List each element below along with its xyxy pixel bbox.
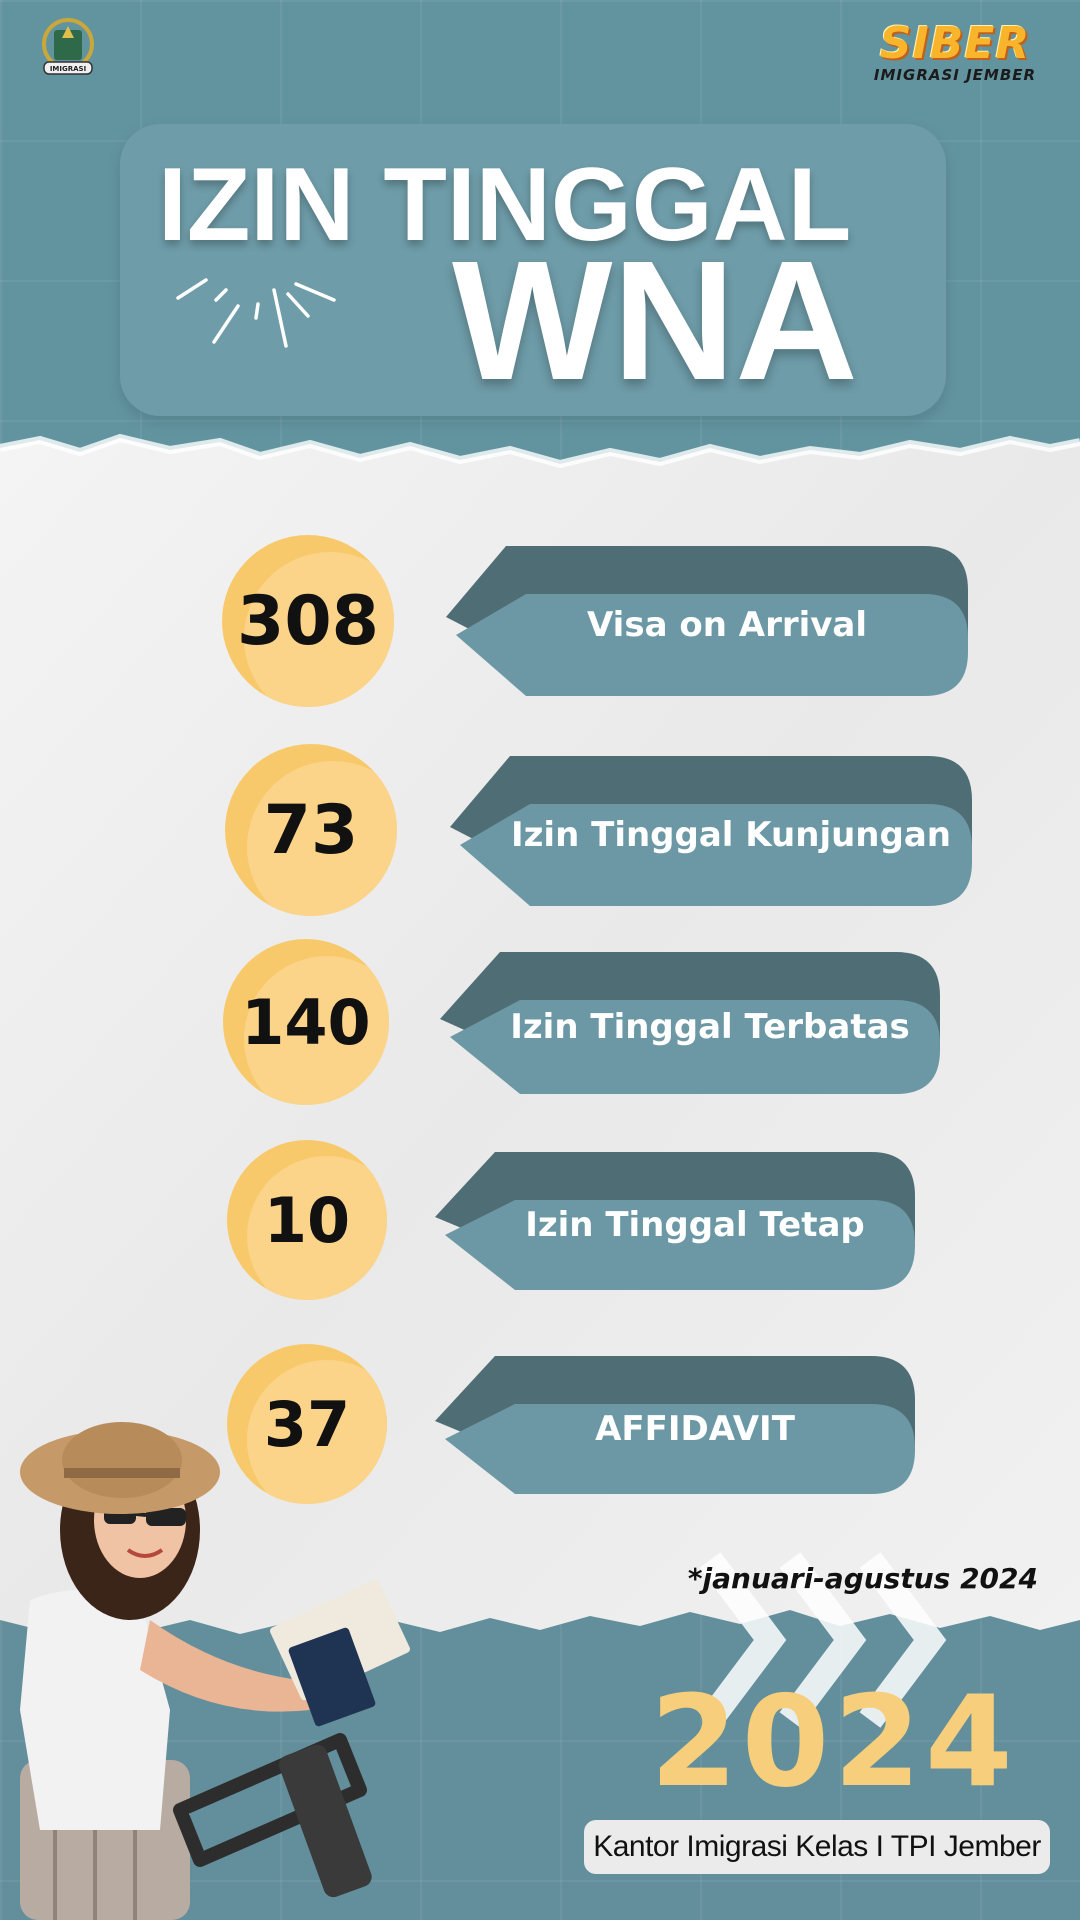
stat-value: 140 [241, 985, 371, 1059]
imigrasi-emblem-icon: IMIGRASI [42, 18, 94, 75]
brand-name: SIBER [879, 18, 1031, 69]
stat-value-badge: 10 [227, 1140, 387, 1300]
stat-label: Izin Tinggal Terbatas [510, 1007, 910, 1047]
year-label: 2024 [650, 1668, 1017, 1815]
logo-text: IMIGRASI [50, 65, 86, 73]
sparkle-burst-icon [176, 278, 336, 348]
stat-value-badge: 308 [222, 535, 394, 707]
stat-value: 73 [263, 790, 359, 870]
stat-value: 10 [263, 1183, 351, 1257]
traveler-woman-illustration [20, 1422, 410, 1920]
stat-label: Izin Tinggal Kunjungan [510, 815, 951, 855]
brand-subtitle: IMIGRASI JEMBER [873, 66, 1037, 84]
title-line-2: WNA [452, 226, 858, 416]
office-name-badge: Kantor Imigrasi Kelas I TPI Jember [584, 1820, 1050, 1874]
period-note: *januari-agustus 2024 [687, 1562, 1038, 1595]
siber-brand: SIBER IMIGRASI JEMBER [870, 18, 1040, 85]
stat-value: 308 [237, 581, 379, 661]
stat-label: Visa on Arrival [586, 605, 868, 645]
stat-value-badge: 140 [223, 939, 389, 1105]
stat-value-badge: 73 [225, 744, 397, 916]
stat-label: Izin Tinggal Tetap [525, 1205, 865, 1245]
stat-label: AFFIDAVIT [595, 1409, 795, 1449]
